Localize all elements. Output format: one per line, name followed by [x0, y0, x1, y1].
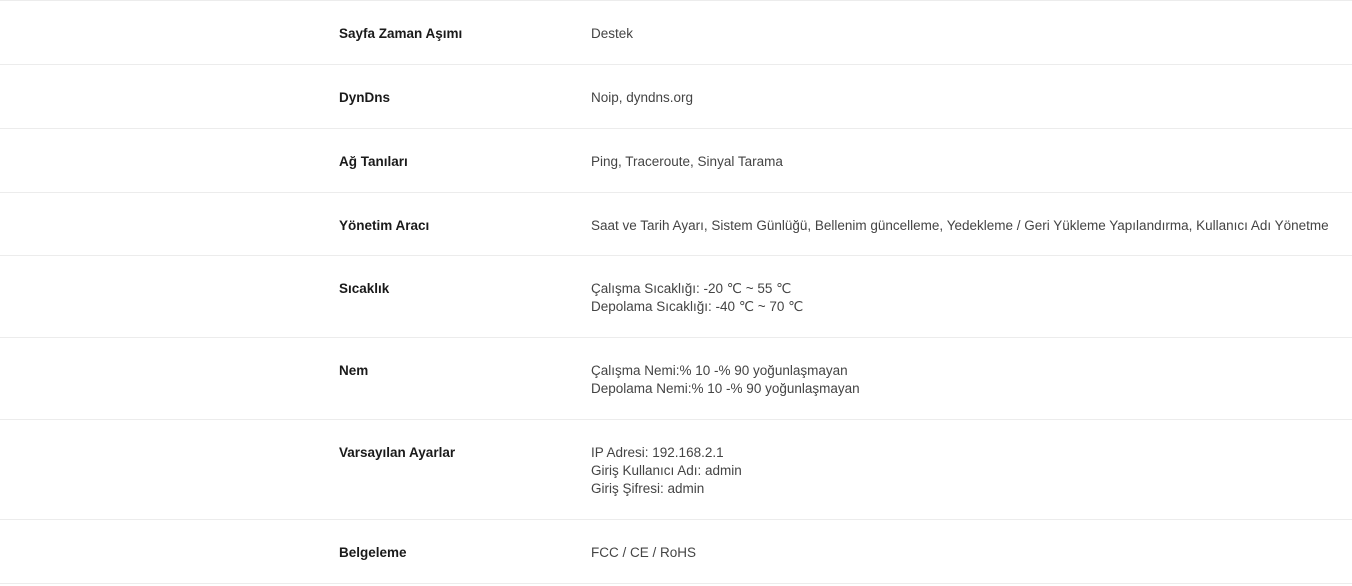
spec-row-certification: Belgeleme FCC / CE / RoHS	[0, 520, 1352, 584]
spec-value-line: Depolama Sıcaklığı: -40 ℃ ~ 70 ℃	[591, 299, 804, 314]
spec-value: Ping, Traceroute, Sinyal Tarama	[591, 129, 1352, 192]
spec-label: Belgeleme	[339, 545, 407, 560]
spec-value-line: Çalışma Sıcaklığı: -20 ℃ ~ 55 ℃	[591, 281, 792, 296]
spec-label: Sıcaklık	[339, 281, 390, 296]
spec-label: Varsayılan Ayarlar	[339, 445, 456, 460]
spec-row-page-timeout: Sayfa Zaman Aşımı Destek	[0, 1, 1352, 65]
spec-row-dyndns: DynDns Noip, dyndns.org	[0, 65, 1352, 129]
spec-value: Noip, dyndns.org	[591, 65, 1352, 128]
spec-value-line: FCC / CE / RoHS	[591, 545, 697, 560]
spec-value-line: Depolama Nemi:% 10 -% 90 yoğunlaşmayan	[591, 381, 860, 396]
spec-value-line: Giriş Kullanıcı Adı: admin	[591, 463, 742, 478]
spec-row-default-settings: Varsayılan Ayarlar IP Adresi: 192.168.2.…	[0, 420, 1352, 520]
spec-value-line: IP Adresi: 192.168.2.1	[591, 445, 724, 460]
spec-value-line: Ping, Traceroute, Sinyal Tarama	[591, 154, 783, 169]
spec-label: Sayfa Zaman Aşımı	[339, 26, 463, 41]
spec-value-line: Noip, dyndns.org	[591, 90, 694, 105]
spec-value: Çalışma Nemi:% 10 -% 90 yoğunlaşmayan De…	[591, 338, 1352, 419]
spec-row-management-tool: Yönetim Aracı Saat ve Tarih Ayarı, Siste…	[0, 193, 1352, 256]
spec-value: Çalışma Sıcaklığı: -20 ℃ ~ 55 ℃ Depolama…	[591, 256, 1352, 337]
spec-label: Yönetim Aracı	[339, 218, 430, 233]
spec-label: DynDns	[339, 90, 391, 105]
spec-label: Ağ Tanıları	[339, 154, 408, 169]
spec-value-line: Çalışma Nemi:% 10 -% 90 yoğunlaşmayan	[591, 363, 848, 378]
spec-value: FCC / CE / RoHS	[591, 520, 1352, 583]
spec-value-line: Giriş Şifresi: admin	[591, 481, 705, 496]
spec-row-network-diagnostics: Ağ Tanıları Ping, Traceroute, Sinyal Tar…	[0, 129, 1352, 193]
spec-table: Sayfa Zaman Aşımı Destek DynDns Noip, dy…	[0, 0, 1352, 584]
spec-row-temperature: Sıcaklık Çalışma Sıcaklığı: -20 ℃ ~ 55 ℃…	[0, 256, 1352, 338]
spec-value-line: Saat ve Tarih Ayarı, Sistem Günlüğü, Bel…	[591, 218, 1329, 233]
spec-value: IP Adresi: 192.168.2.1 Giriş Kullanıcı A…	[591, 420, 1352, 519]
spec-value-line: Destek	[591, 26, 634, 41]
spec-value: Destek	[591, 1, 1352, 64]
spec-label: Nem	[339, 363, 369, 378]
spec-value: Saat ve Tarih Ayarı, Sistem Günlüğü, Bel…	[591, 193, 1352, 255]
spec-row-humidity: Nem Çalışma Nemi:% 10 -% 90 yoğunlaşmaya…	[0, 338, 1352, 420]
